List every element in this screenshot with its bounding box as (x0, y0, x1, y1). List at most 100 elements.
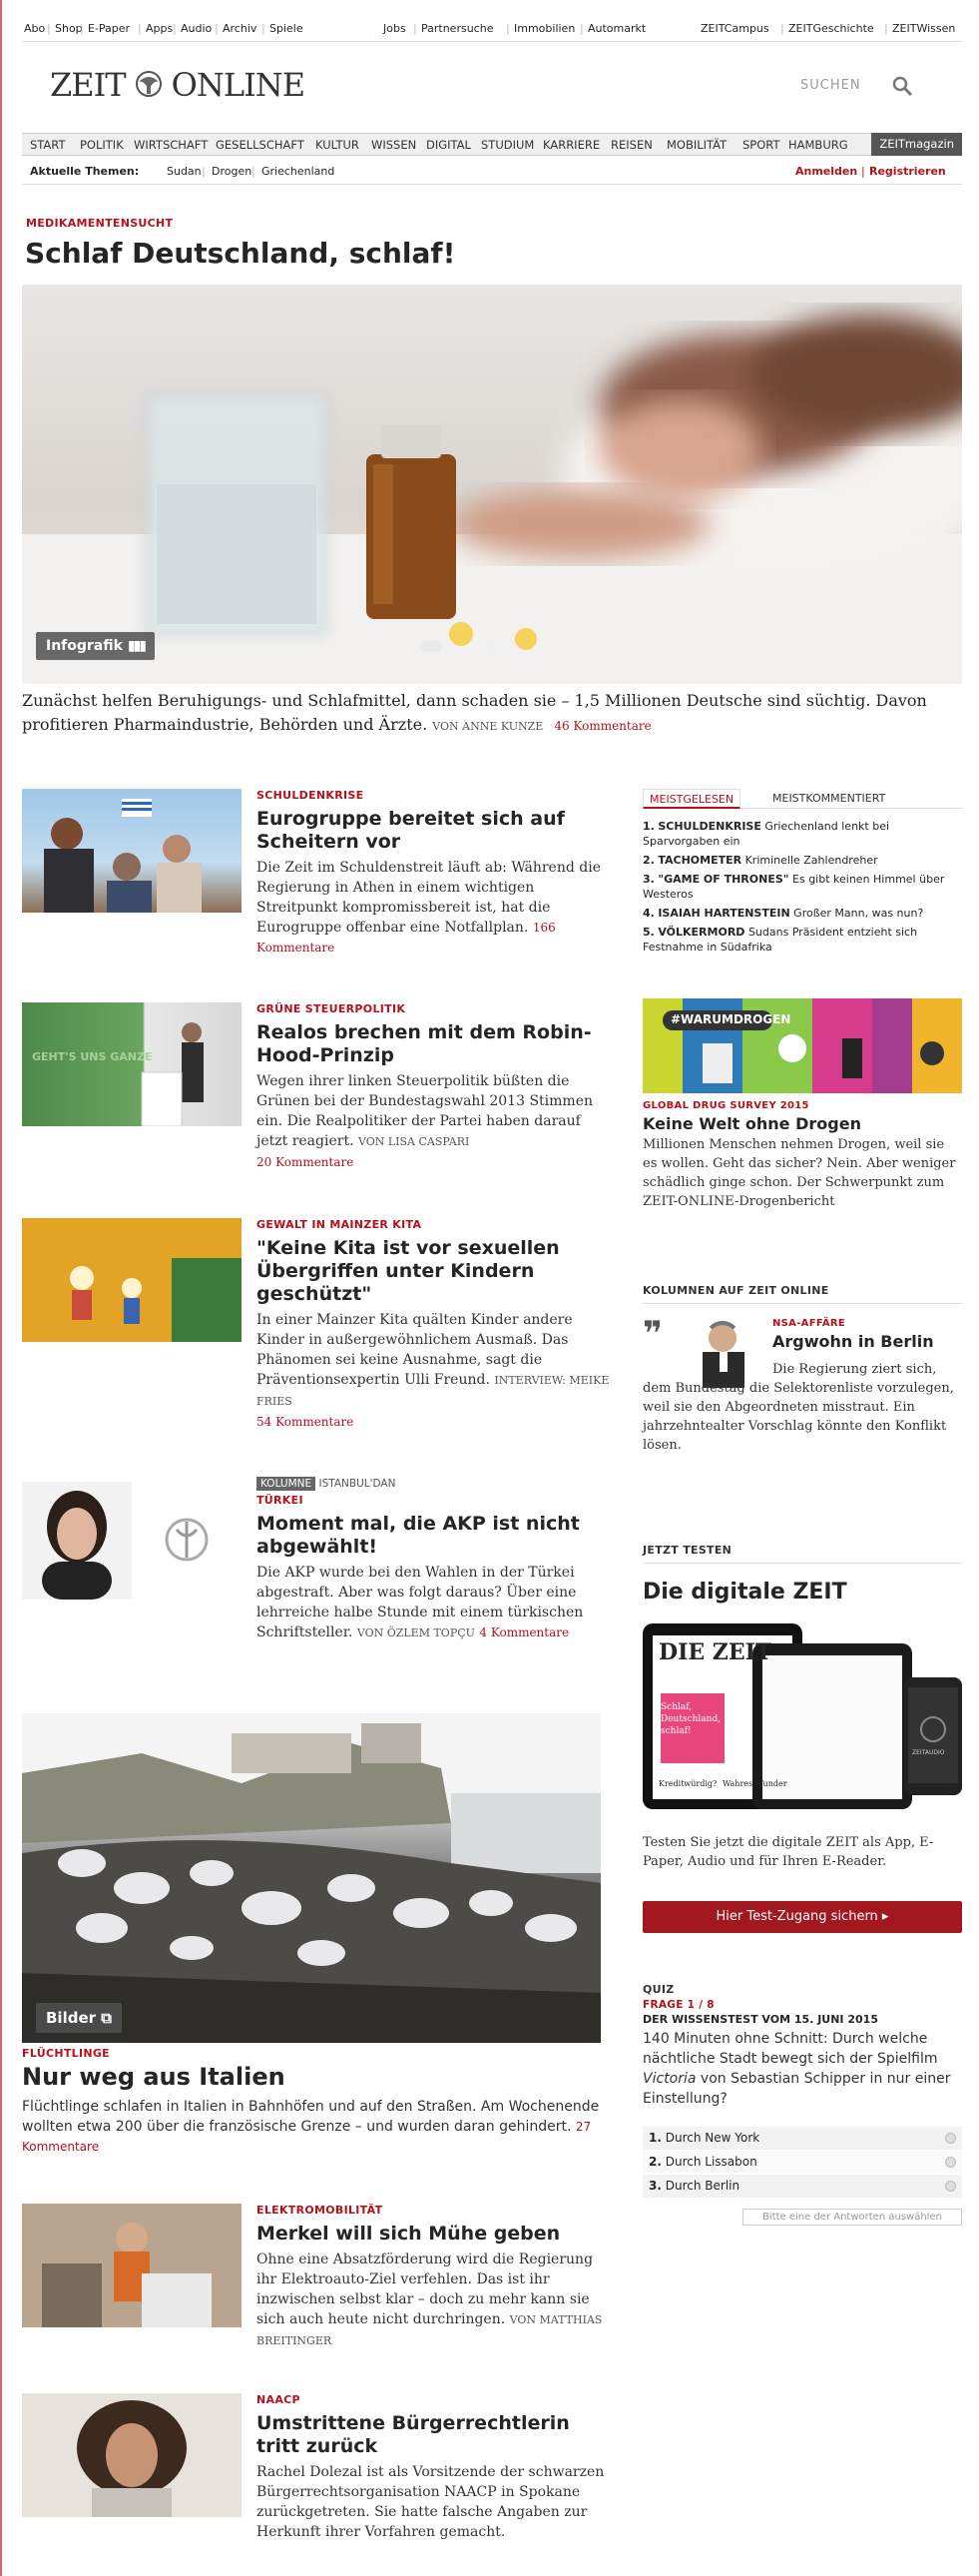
topics-bar: Aktuelle Themen: Sudan | Drogen | Griechen… (22, 163, 962, 185)
list-kicker: SCHULDENKRISE (658, 820, 761, 833)
topic-link-sudan[interactable]: Sudan (167, 165, 202, 178)
lead-kicker[interactable]: MEDIKAMENTENSUCHT (26, 217, 173, 230)
article-image[interactable] (22, 1218, 242, 1342)
topic-link-griechenland[interactable]: Griechenland (261, 165, 334, 178)
article-image[interactable] (22, 789, 242, 913)
quiz-option[interactable]: 2. Durch Lissabon (643, 2151, 962, 2174)
article-teaser-3: GEWALT IN MAINZER KITA "Keine Kita ist v… (256, 1218, 611, 1432)
list-num: 2. (643, 854, 655, 867)
badge-label: Infografik (46, 638, 123, 654)
comments-link[interactable]: 20 Kommentare (256, 1155, 353, 1169)
service-link-immobilien[interactable]: Immobilien (514, 22, 575, 35)
digital-title[interactable]: Die digitale ZEIT (643, 1580, 847, 1605)
list-item[interactable]: 1. SCHULDENKRISE Griechenland lenkt bei … (643, 819, 962, 849)
devices-image[interactable]: DIE ZEIT Schlaf, Deutschland, schlaf! Kr… (643, 1619, 962, 1809)
nav-item-karriere[interactable]: KARRIERE (543, 138, 600, 152)
service-link-archiv[interactable]: Archiv (223, 22, 256, 35)
nav-item-wissen[interactable]: WISSEN (371, 138, 416, 152)
list-item[interactable]: 3. "GAME OF THRONES" Es gibt keinen Himm… (643, 872, 962, 902)
search-icon[interactable] (890, 74, 914, 98)
radio-button[interactable] (945, 2133, 956, 2144)
list-item[interactable]: 2. TACHOMETER Kriminelle Zahlendreher (643, 853, 962, 868)
gallery-badge[interactable]: Bilder ⧉ (36, 2003, 122, 2033)
nav-item-studium[interactable]: STUDIUM (481, 138, 534, 152)
article-title[interactable]: "Keine Kita ist vor sexuellen Übergriffe… (256, 1237, 611, 1306)
list-item[interactable]: 4. ISAIAH HARTENSTEIN Großer Mann, was n… (643, 906, 962, 921)
service-link-automarkt[interactable]: Automarkt (588, 22, 646, 35)
article-kicker[interactable]: GEWALT IN MAINZER KITA (256, 1218, 611, 1231)
service-link-audio[interactable]: Audio (181, 22, 212, 35)
article-kicker[interactable]: SCHULDENKRISE (256, 789, 611, 802)
article-text: Wegen ihrer linken Steuerpolitik büßten … (256, 1071, 611, 1172)
option-label: Durch New York (665, 2131, 760, 2145)
comments-link[interactable]: 4 Kommentare (479, 1625, 569, 1639)
nav-item-mobilitaet[interactable]: MOBILITÄT (667, 138, 727, 152)
site-logo[interactable]: ZEIT ONLINE (50, 66, 305, 104)
column-series[interactable]: ISTANBUL'DAN (318, 1478, 395, 1490)
trial-access-button[interactable]: Hier Test-Zugang sichern ▸ (643, 1901, 962, 1933)
service-link-spiele[interactable]: Spiele (269, 22, 303, 35)
nav-item-zeitmagazin[interactable]: ZEITmagazin (871, 133, 962, 156)
service-link-campus[interactable]: ZEITCampus (701, 22, 769, 35)
article-image[interactable]: GEHT'S UNS GANZE (22, 1002, 242, 1126)
article-title[interactable]: Moment mal, die AKP ist nicht abgewählt! (256, 1513, 611, 1559)
columns-heading: KOLUMNEN AUF ZEIT ONLINE (643, 1284, 962, 1304)
tab-most-read[interactable]: MEISTGELESEN (643, 789, 741, 809)
nav-item-reisen[interactable]: REISEN (611, 138, 653, 152)
service-link-jobs[interactable]: Jobs (383, 22, 406, 35)
quiz-option[interactable]: 1. Durch New York (643, 2127, 962, 2150)
search-label[interactable]: SUCHEN (800, 78, 861, 93)
service-link-shop[interactable]: Shop (55, 22, 83, 35)
article-image[interactable] (22, 2204, 242, 2327)
quiz-hint[interactable]: Bitte eine der Antworten auswählen (742, 2209, 962, 2226)
service-link-geschichte[interactable]: ZEITGeschichte (788, 22, 874, 35)
photo-title[interactable]: Nur weg aus Italien (22, 2063, 285, 2091)
article-title[interactable]: Umstrittene Bürgerrechtlerin tritt zurüc… (256, 2412, 611, 2458)
service-link-abo[interactable]: Abo (24, 22, 45, 35)
service-link-partnersuche[interactable]: Partnersuche (421, 22, 493, 35)
drug-survey-image[interactable]: #WARUMDROGEN (643, 998, 962, 1093)
lead-comments-link[interactable]: 46 Kommentare (554, 719, 651, 733)
article-image[interactable] (22, 2393, 242, 2517)
register-link[interactable]: Registrieren (869, 165, 946, 178)
nav-item-hamburg[interactable]: HAMBURG (788, 138, 848, 152)
column-teaser-text: Die Regierung ziert sich, dem Bundestag … (643, 1362, 954, 1453)
list-item[interactable]: 5. VÖLKERMORD Sudans Präsident entzieht … (643, 925, 962, 955)
option-num: 3. (649, 2179, 662, 2193)
comments-link[interactable]: 54 Kommentare (256, 1415, 353, 1429)
article-title[interactable]: Eurogruppe bereitet sich auf Scheitern v… (256, 808, 611, 854)
column-title[interactable]: Argwohn in Berlin (772, 1332, 962, 1351)
article-kicker[interactable]: NAACP (256, 2393, 611, 2406)
photo-kicker[interactable]: FLÜCHTLINGE (22, 2047, 110, 2060)
radio-button[interactable] (945, 2157, 956, 2168)
nav-item-start[interactable]: START (30, 138, 65, 152)
service-link-epaper[interactable]: E-Paper (88, 22, 130, 35)
topic-link-drogen[interactable]: Drogen (212, 165, 251, 178)
refugees-image[interactable]: Bilder ⧉ (22, 1713, 601, 2043)
service-link-wissen[interactable]: ZEITWissen (892, 22, 955, 35)
nav-item-kultur[interactable]: KULTUR (315, 138, 359, 152)
nav-item-digital[interactable]: DIGITAL (426, 138, 471, 152)
article-title[interactable]: Realos brechen mit dem Robin-Hood-Prinzi… (256, 1021, 611, 1067)
article-title[interactable]: Merkel will sich Mühe geben (256, 2223, 611, 2246)
lead-image[interactable]: Infografik ▮▮▮ (22, 285, 962, 684)
digital-text: Testen Sie jetzt die digitale ZEIT als A… (643, 1835, 934, 1869)
nav-item-politik[interactable]: POLITIK (80, 138, 124, 152)
service-link-apps[interactable]: Apps (146, 22, 173, 35)
author-portrait[interactable] (22, 1482, 132, 1600)
nav-item-gesellschaft[interactable]: GESELLSCHAFT (216, 138, 304, 152)
drug-kicker[interactable]: GLOBAL DRUG SURVEY 2015 (643, 1100, 962, 1111)
quiz-option[interactable]: 3. Durch Berlin (643, 2175, 962, 2198)
nav-item-wirtschaft[interactable]: WIRTSCHAFT (134, 138, 208, 152)
infografik-badge[interactable]: Infografik ▮▮▮ (36, 632, 155, 660)
column-kicker[interactable]: NSA-AFFÄRE (772, 1318, 962, 1329)
drug-title[interactable]: Keine Welt ohne Drogen (643, 1114, 962, 1133)
article-kicker[interactable]: GRÜNE STEUERPOLITIK (256, 1002, 611, 1015)
tab-most-commented[interactable]: MEISTKOMMENTIERT (766, 789, 891, 809)
lead-title[interactable]: Schlaf Deutschland, schlaf! (25, 237, 455, 270)
login-link[interactable]: Anmelden (795, 165, 857, 178)
article-kicker[interactable]: TÜRKEI (256, 1494, 611, 1507)
radio-button[interactable] (945, 2181, 956, 2192)
article-kicker[interactable]: ELEKTROMOBILITÄT (256, 2204, 611, 2217)
nav-item-sport[interactable]: SPORT (742, 138, 779, 152)
